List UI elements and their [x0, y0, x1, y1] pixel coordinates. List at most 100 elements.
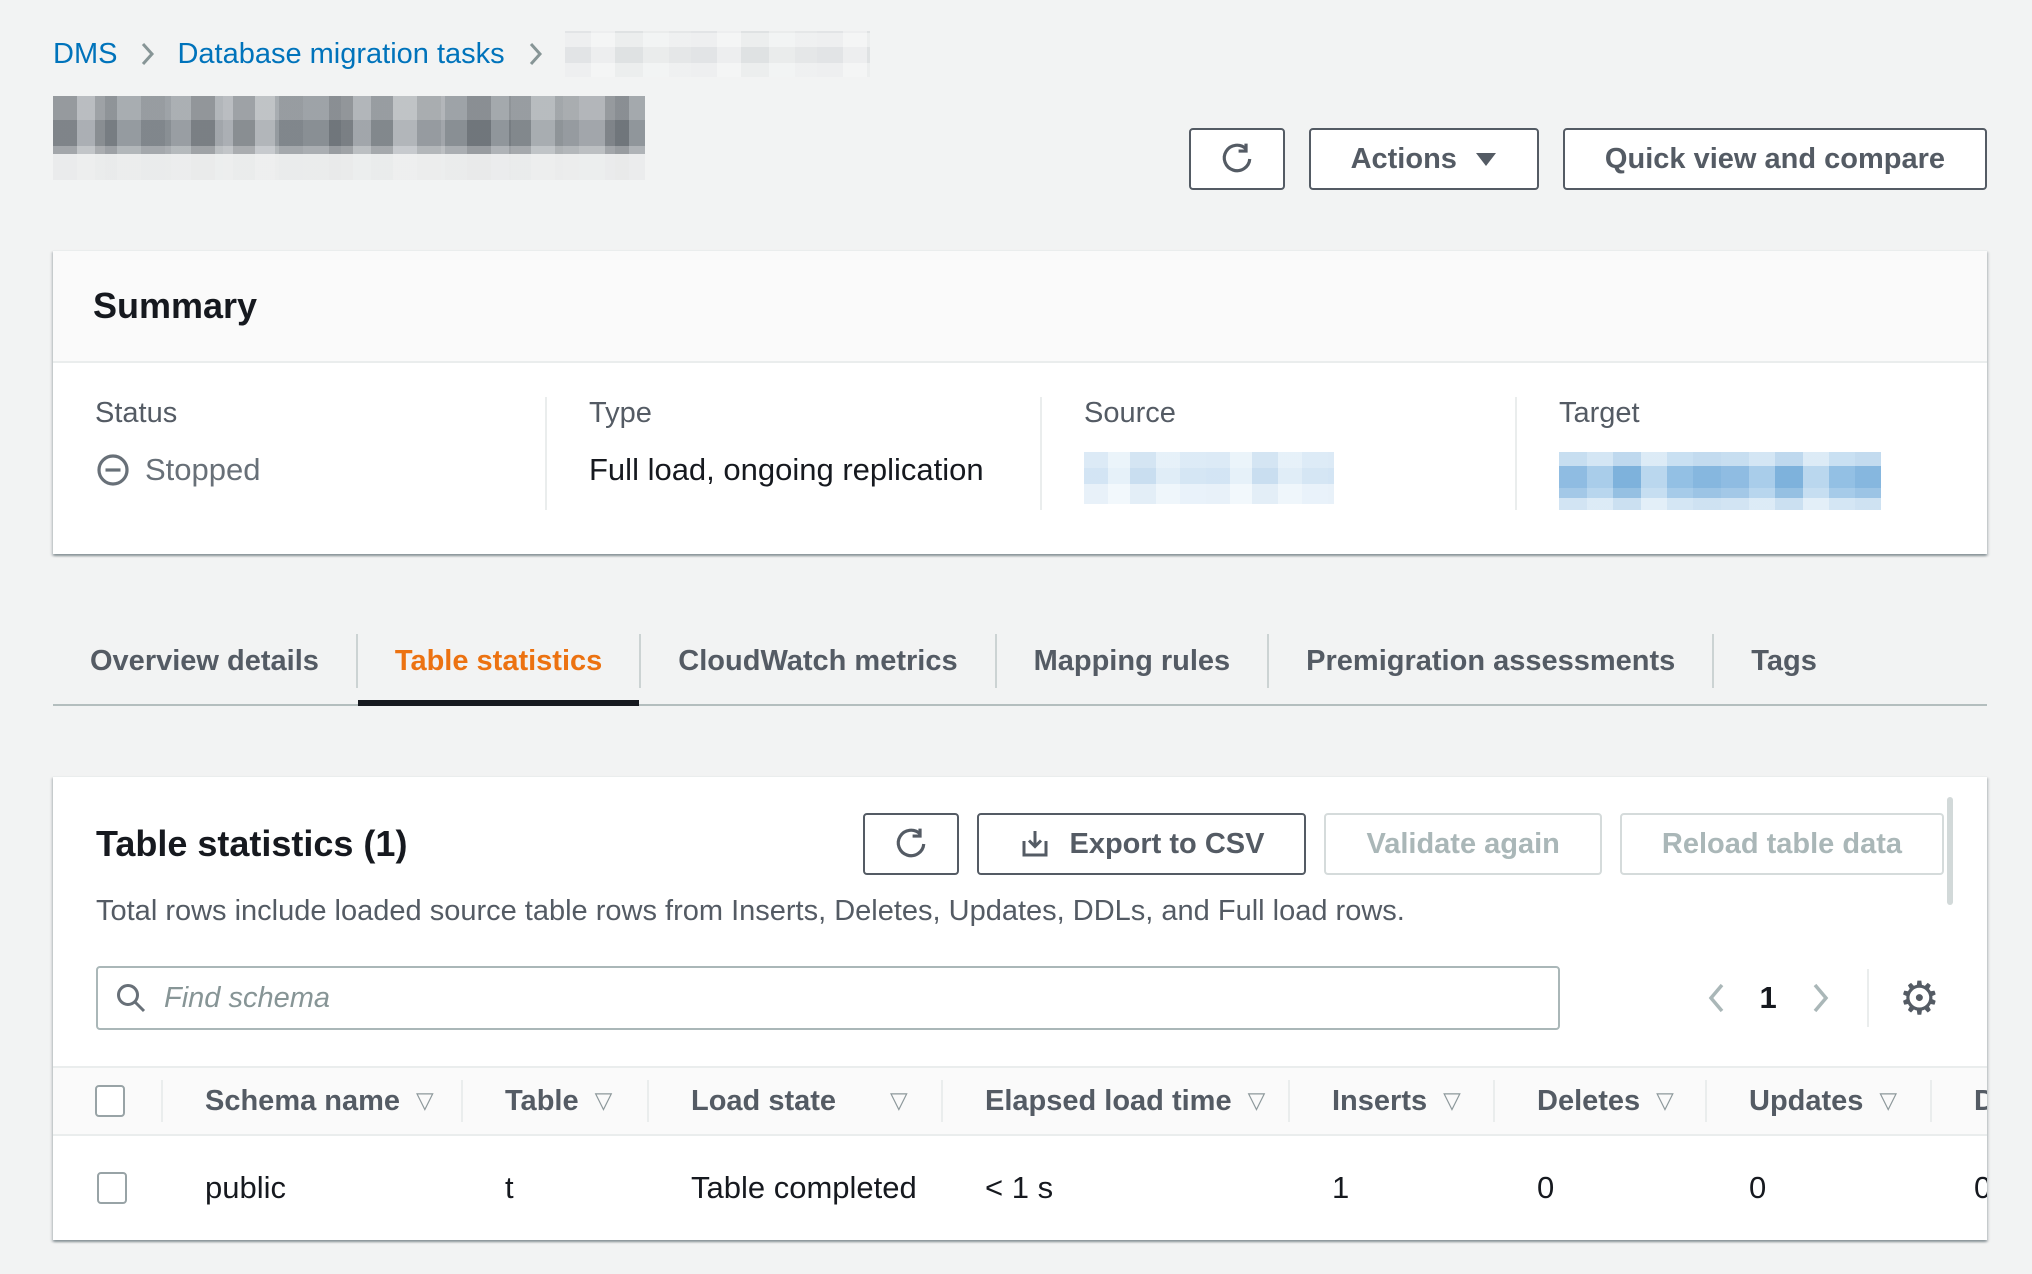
page-content: DMS Database migration tasks Actions: [53, 0, 1987, 1240]
title-row: Actions Quick view and compare: [53, 94, 1987, 190]
reload-label: Reload table data: [1662, 828, 1902, 861]
cell-elapsed-load-time: < 1 s: [941, 1170, 1288, 1206]
field-label: Type: [589, 397, 1040, 430]
type-value: Full load, ongoing replication: [589, 452, 1040, 488]
breadcrumb-link-dms[interactable]: DMS: [53, 38, 117, 71]
column-header-elapsed-load-time[interactable]: Elapsed load time ▽: [941, 1068, 1288, 1134]
validate-again-button[interactable]: Validate again: [1324, 813, 1601, 875]
table-refresh-button[interactable]: [863, 813, 959, 875]
breadcrumb-redacted-task-name: [565, 31, 870, 77]
refresh-icon: [894, 827, 928, 861]
status-text: Stopped: [145, 452, 261, 488]
tab-bar: Overview details Table statistics CloudW…: [53, 618, 1987, 706]
validate-label: Validate again: [1366, 828, 1559, 861]
source-value-redacted: [1084, 452, 1334, 504]
sort-icon[interactable]: ▽: [890, 1088, 908, 1114]
chevron-left-icon: [1706, 981, 1728, 1015]
select-all-cell: [53, 1068, 161, 1134]
summary-field-source: Source: [1040, 397, 1515, 510]
tab-overview-details[interactable]: Overview details: [53, 618, 356, 704]
chevron-right-icon: [139, 40, 155, 68]
table-statistics-table: Schema name ▽ Table ▽ Load state ▽ Elaps…: [53, 1066, 1987, 1240]
column-header-schema-name[interactable]: Schema name ▽: [161, 1068, 461, 1134]
panel-description: Total rows include loaded source table r…: [96, 895, 1944, 928]
summary-field-status: Status Stopped: [53, 397, 545, 510]
settings-button[interactable]: ⚙: [1895, 975, 1944, 1021]
field-label: Status: [95, 397, 545, 430]
row-select-cell: [53, 1172, 161, 1204]
panel-title: Table statistics (1): [96, 823, 407, 865]
column-label: Load state: [691, 1085, 836, 1118]
column-label: Inserts: [1332, 1085, 1427, 1118]
status-value: Stopped: [95, 452, 545, 488]
column-label: Table: [505, 1085, 579, 1118]
target-value-redacted: [1559, 452, 1881, 510]
field-label: Source: [1084, 397, 1515, 430]
sort-icon[interactable]: ▽: [1879, 1088, 1897, 1114]
row-checkbox[interactable]: [97, 1172, 127, 1204]
column-header-inserts[interactable]: Inserts ▽: [1288, 1068, 1493, 1134]
cell-deletes: 0: [1493, 1170, 1705, 1206]
chevron-right-icon: [527, 40, 543, 68]
refresh-icon: [1220, 142, 1254, 176]
cell-schema-name: public: [161, 1170, 461, 1206]
cell-updates: 0: [1705, 1170, 1930, 1206]
column-label: Schema name: [205, 1085, 400, 1118]
tab-premigration-assessments[interactable]: Premigration assessments: [1269, 618, 1712, 704]
select-all-checkbox[interactable]: [95, 1085, 125, 1117]
column-header-table[interactable]: Table ▽: [461, 1068, 647, 1134]
export-to-csv-button[interactable]: Export to CSV: [977, 813, 1306, 875]
summary-body: Status Stopped Type Full load, ongoing r…: [53, 363, 1987, 554]
actions-button[interactable]: Actions: [1309, 128, 1539, 190]
gear-icon: ⚙: [1899, 971, 1940, 1025]
column-header-load-state[interactable]: Load state ▽: [647, 1068, 941, 1134]
panel-actions: Export to CSV Validate again Reload tabl…: [863, 813, 1944, 875]
column-label: D: [1974, 1085, 1987, 1118]
summary-field-type: Type Full load, ongoing replication: [545, 397, 1040, 510]
column-header-updates[interactable]: Updates ▽: [1705, 1068, 1930, 1134]
panel-scrollbar[interactable]: [1947, 797, 1953, 905]
sort-icon[interactable]: ▽: [1656, 1088, 1674, 1114]
current-page-number: 1: [1760, 980, 1777, 1016]
tab-cloudwatch-metrics[interactable]: CloudWatch metrics: [641, 618, 994, 704]
sort-icon[interactable]: ▽: [1248, 1088, 1266, 1114]
sort-icon[interactable]: ▽: [595, 1088, 613, 1114]
pagination: 1 ⚙: [1700, 969, 1945, 1027]
next-page-button[interactable]: [1803, 975, 1837, 1021]
breadcrumb: DMS Database migration tasks: [53, 30, 1987, 78]
tab-tags[interactable]: Tags: [1714, 618, 1854, 704]
pagination-divider: [1867, 969, 1869, 1027]
cell-table: t: [461, 1170, 647, 1206]
table-statistics-panel: Table statistics (1) Export to: [53, 776, 1987, 1240]
header-actions: Actions Quick view and compare: [1189, 128, 1987, 190]
find-schema-input[interactable]: [96, 966, 1560, 1030]
cell-inserts: 1: [1288, 1170, 1493, 1206]
cell-clipped: 0: [1930, 1170, 1987, 1206]
quick-view-and-compare-button[interactable]: Quick view and compare: [1563, 128, 1987, 190]
tab-mapping-rules[interactable]: Mapping rules: [997, 618, 1268, 704]
search-box: [96, 966, 1560, 1030]
summary-title: Summary: [93, 285, 1947, 327]
table-header-row: Schema name ▽ Table ▽ Load state ▽ Elaps…: [53, 1066, 1987, 1134]
summary-card-header: Summary: [53, 251, 1987, 363]
column-label: Updates: [1749, 1085, 1863, 1118]
column-header-deletes[interactable]: Deletes ▽: [1493, 1068, 1705, 1134]
column-header-clipped[interactable]: D: [1930, 1068, 1987, 1134]
summary-card: Summary Status Stopped Type Full load, o…: [53, 250, 1987, 554]
reload-table-data-button[interactable]: Reload table data: [1620, 813, 1944, 875]
quick-view-label: Quick view and compare: [1605, 143, 1945, 176]
export-label: Export to CSV: [1069, 828, 1264, 861]
caret-down-icon: [1475, 151, 1497, 167]
panel-header: Table statistics (1) Export to: [96, 813, 1944, 875]
previous-page-button[interactable]: [1700, 975, 1734, 1021]
tab-table-statistics[interactable]: Table statistics: [358, 618, 639, 704]
field-label: Target: [1559, 397, 1987, 430]
column-label: Elapsed load time: [985, 1085, 1232, 1118]
table-row: public t Table completed < 1 s 1 0 0 0: [53, 1134, 1987, 1240]
sort-icon[interactable]: ▽: [1443, 1088, 1461, 1114]
column-label: Deletes: [1537, 1085, 1640, 1118]
search-row: 1 ⚙: [96, 966, 1944, 1030]
breadcrumb-link-tasks[interactable]: Database migration tasks: [177, 38, 504, 71]
sort-icon[interactable]: ▽: [416, 1088, 434, 1114]
refresh-button[interactable]: [1189, 128, 1285, 190]
